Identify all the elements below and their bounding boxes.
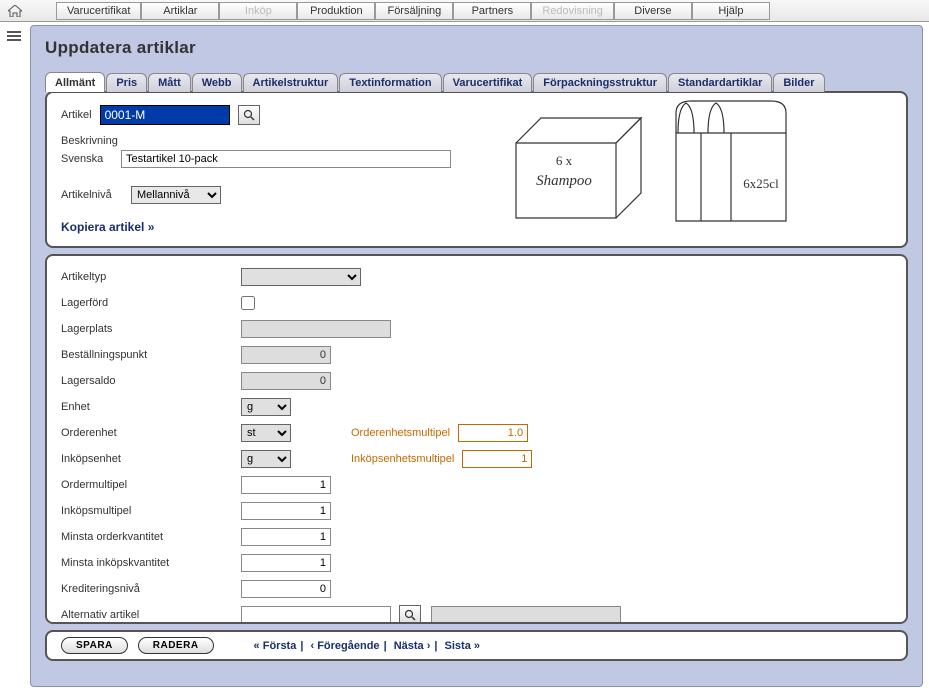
alt-search-button[interactable] [399,605,421,624]
field-enhet[interactable]: g [241,398,291,416]
tab-standardartiklar[interactable]: Standardartiklar [668,73,772,92]
tab-varucertifikat[interactable]: Varucertifikat [443,73,533,92]
menu-icon [7,31,21,41]
menu-försäljning[interactable]: Försäljning [375,2,453,20]
menu-redovisning: Redovisning [531,2,614,20]
nav-first[interactable]: « Första [254,640,297,652]
menu-produktion[interactable]: Produktion [297,2,375,20]
home-icon[interactable] [8,5,22,17]
svenska-input[interactable] [121,150,451,168]
alt-artikel-input[interactable] [241,606,391,624]
field-orderenhet[interactable]: st [241,424,291,442]
tab-textinformation[interactable]: Textinformation [339,73,441,92]
svg-text:Shampoo: Shampoo [536,173,592,189]
tab-webb[interactable]: Webb [192,73,242,92]
fields-panel: Artikeltyp Lagerförd Lagerplats Beställning… [45,254,908,624]
field-label: Inköpsenhet [61,453,241,465]
delete-button[interactable]: RADERA [138,637,214,654]
field-label: Lagerplats [61,323,241,335]
header-panel: Artikel Beskrivning Svenska Artikelnivå … [45,91,908,248]
artikel-search-button[interactable] [238,105,260,125]
field-inköpsenhet[interactable]: g [241,450,291,468]
field-label: Orderenhet [61,427,241,439]
tabs-bar: AllmäntPrisMåttWebbArtikelstrukturTextin… [45,72,908,92]
field-label: Enhet [61,401,241,413]
tab-bilder[interactable]: Bilder [773,73,824,92]
field-label: Krediteringsnivå [61,583,241,595]
field-label: Lagersaldo [61,375,241,387]
artikel-label: Artikel [61,109,92,121]
illustration: 6 x Shampoo 6x25cl [506,93,816,233]
field-label: Alternativ artikel [61,609,241,621]
tab-artikelstruktur[interactable]: Artikelstruktur [243,73,339,92]
alt-display [431,606,621,625]
nav-last[interactable]: Sista » [445,640,480,652]
top-menu-bar: VarucertifikatArtiklarInköpProduktionFör… [0,0,929,22]
field-orderenhetsmultipel[interactable] [458,424,528,442]
field-beställningspunkt [241,346,331,364]
field-lagersaldo [241,372,331,390]
save-button[interactable]: SPARA [61,637,128,654]
field-label: Lagerförd [61,297,241,309]
field-ordermultipel[interactable] [241,476,331,494]
field-label: Beställningspunkt [61,349,241,361]
artikelniva-label: Artikelnivå [61,189,123,201]
tab-förpackningsstruktur[interactable]: Förpackningsstruktur [533,73,667,92]
field-krediteringsnivå[interactable] [241,580,331,598]
sidebar-toggle[interactable] [0,22,28,50]
artikel-input[interactable] [100,105,230,125]
tab-mått[interactable]: Mått [148,73,191,92]
svenska-label: Svenska [61,153,113,165]
field-artikeltyp[interactable] [241,268,361,286]
bottom-bar: SPARA RADERA « Första| ‹ Föregående| Näs… [45,630,908,661]
field-lagerplats [241,320,391,338]
menu-varucertifikat[interactable]: Varucertifikat [56,2,141,20]
menu-artiklar[interactable]: Artiklar [141,2,219,20]
field-label-2: Orderenhetsmultipel [351,427,450,439]
menu-diverse[interactable]: Diverse [614,2,692,20]
nav-next[interactable]: Nästa › [394,640,431,652]
field-label-2: Inköpsenhetsmultipel [351,453,454,465]
nav-prev[interactable]: ‹ Föregående [310,640,379,652]
field-label: Ordermultipel [61,479,241,491]
field-inköpsenhetsmultipel[interactable] [462,450,532,468]
field-label: Minsta inköpskvantitet [61,557,241,569]
menu-partners[interactable]: Partners [453,2,531,20]
menu-inköp: Inköp [219,2,297,20]
field-lagerförd[interactable] [241,296,255,310]
tab-allmänt[interactable]: Allmänt [45,72,105,92]
svg-text:6x25cl: 6x25cl [743,176,779,191]
magnifier-icon [243,109,255,121]
field-minsta-orderkvantitet[interactable] [241,528,331,546]
field-inköpsmultipel[interactable] [241,502,331,520]
tab-pris[interactable]: Pris [106,73,147,92]
field-label: Artikeltyp [61,271,241,283]
svg-text:6 x: 6 x [556,153,573,168]
page-title: Uppdatera artiklar [45,38,908,58]
record-nav: « Första| ‹ Föregående| Nästa ›| Sista » [254,640,480,652]
field-label: Inköpsmultipel [61,505,241,517]
kopiera-link[interactable]: Kopiera artikel » [61,220,154,234]
artikelniva-select[interactable]: Mellannivå [131,186,221,204]
field-minsta-inköpskvantitet[interactable] [241,554,331,572]
menu-hjälp[interactable]: Hjälp [692,2,770,20]
field-label: Minsta orderkvantitet [61,531,241,543]
